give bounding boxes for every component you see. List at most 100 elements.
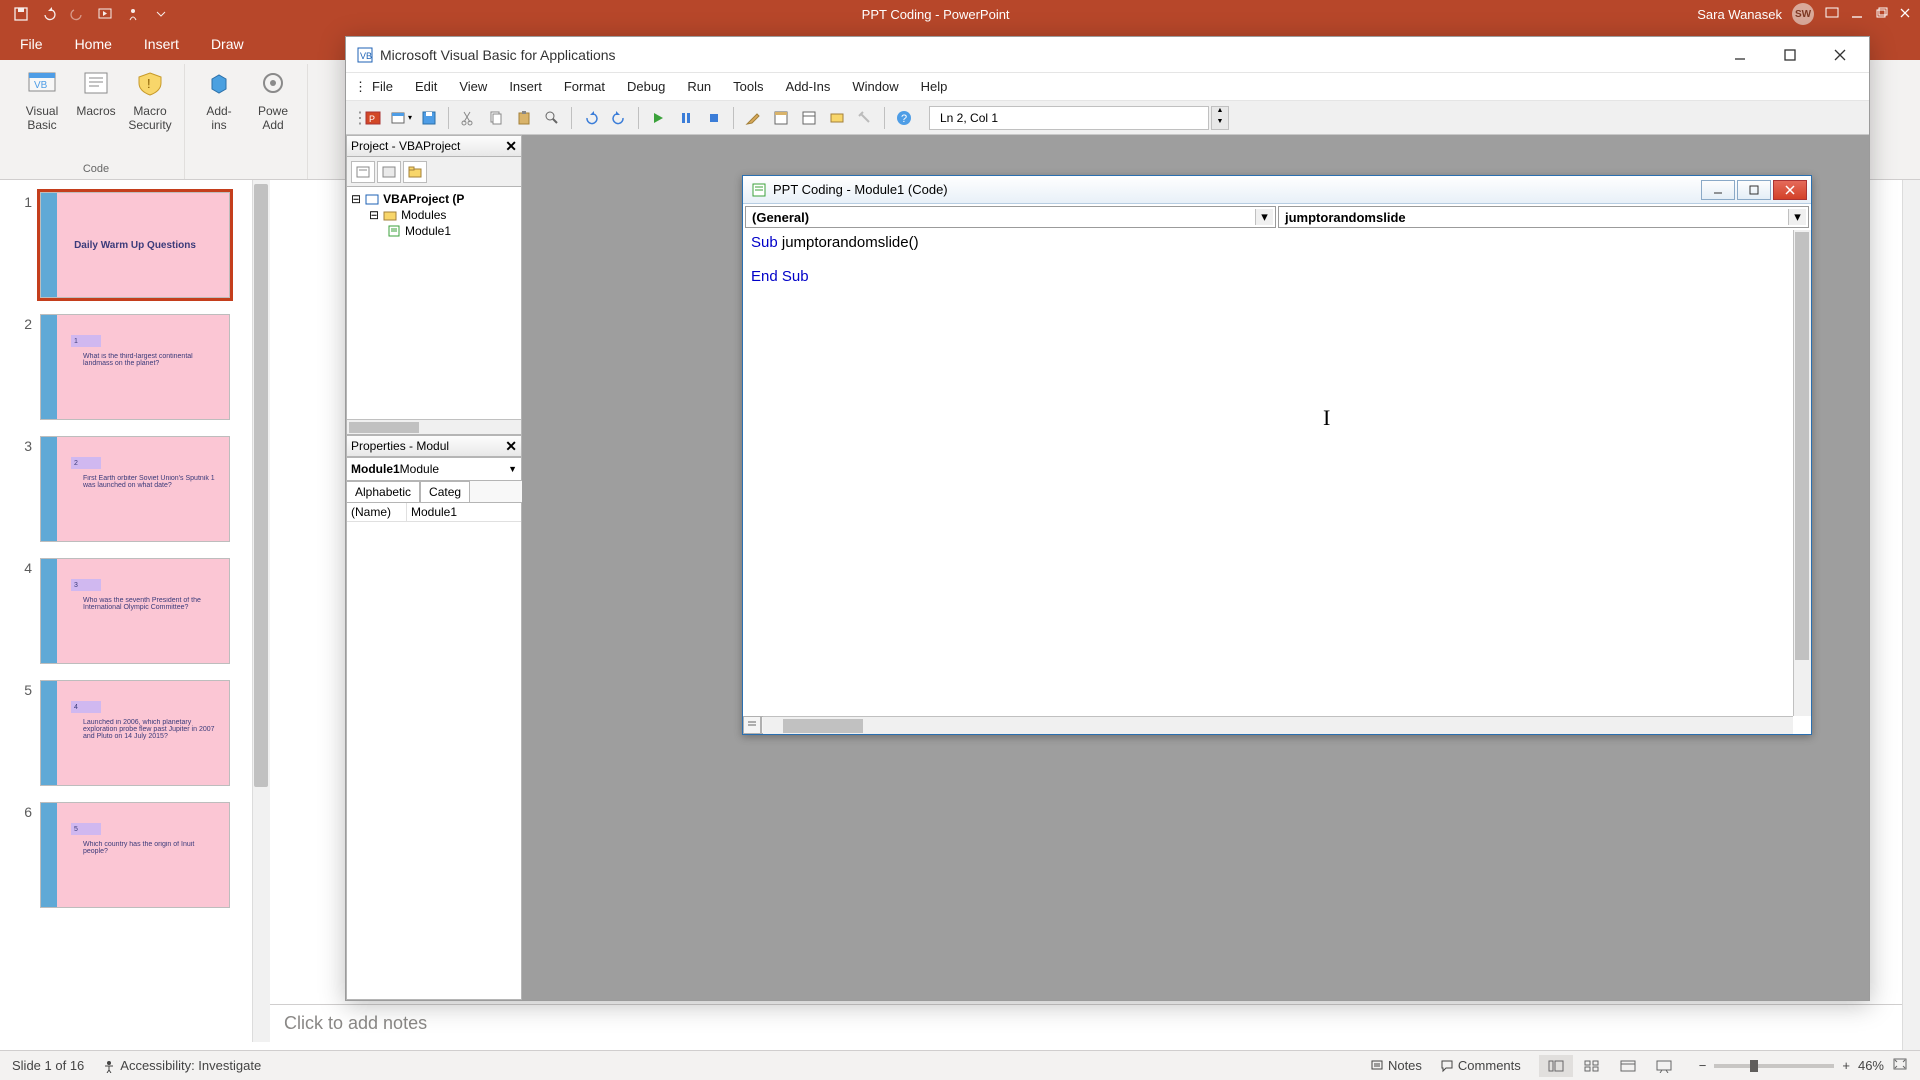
- qat-customize-icon[interactable]: [150, 3, 172, 25]
- normal-view-icon[interactable]: [1539, 1055, 1573, 1077]
- touch-mode-icon[interactable]: [122, 3, 144, 25]
- copy-icon[interactable]: [483, 105, 509, 131]
- restore-icon[interactable]: [1874, 6, 1888, 23]
- notes-toggle[interactable]: Notes: [1370, 1058, 1422, 1073]
- menu-format[interactable]: Format: [554, 75, 615, 98]
- slide-thumbnail[interactable]: 65Which country has the origin of Inuit …: [0, 798, 252, 920]
- accessibility-status[interactable]: Accessibility: Investigate: [102, 1058, 261, 1073]
- tab-file[interactable]: File: [4, 30, 59, 60]
- tab-home[interactable]: Home: [59, 30, 128, 60]
- code-minimize-icon[interactable]: [1701, 180, 1735, 200]
- save-icon[interactable]: [10, 3, 32, 25]
- project-view-code-icon[interactable]: [351, 161, 375, 183]
- slideshow-view-icon[interactable]: [1647, 1055, 1681, 1077]
- toolbox-icon[interactable]: [852, 105, 878, 131]
- redo-icon[interactable]: [606, 105, 632, 131]
- slide-thumbnail[interactable]: 43Who was the seventh President of the I…: [0, 554, 252, 676]
- slide-thumbnail[interactable]: 32First Earth orbiter Soviet Union's Spu…: [0, 432, 252, 554]
- undo-icon[interactable]: [578, 105, 604, 131]
- lncol-spinner[interactable]: ▲▼: [1211, 106, 1229, 130]
- insert-userform-icon[interactable]: ▾: [388, 105, 414, 131]
- slide-thumbnail[interactable]: 54Launched in 2006, which planetary expl…: [0, 676, 252, 798]
- minimize-icon[interactable]: [1850, 6, 1864, 23]
- view-powerpoint-icon[interactable]: P: [360, 105, 386, 131]
- project-explorer-icon[interactable]: [768, 105, 794, 131]
- reset-icon[interactable]: [701, 105, 727, 131]
- code-procedure-combo[interactable]: jumptorandomslide▾: [1278, 206, 1809, 228]
- visual-basic-button[interactable]: VB Visual Basic: [16, 64, 68, 161]
- reading-view-icon[interactable]: [1611, 1055, 1645, 1077]
- zoom-level[interactable]: 46%: [1858, 1058, 1884, 1073]
- menu-view[interactable]: View: [449, 75, 497, 98]
- code-maximize-icon[interactable]: [1737, 180, 1771, 200]
- break-icon[interactable]: [673, 105, 699, 131]
- object-browser-icon[interactable]: [824, 105, 850, 131]
- code-object-combo[interactable]: (General)▾: [745, 206, 1276, 228]
- zoom-in-icon[interactable]: +: [1842, 1058, 1850, 1073]
- vba-title-bar[interactable]: VB Microsoft Visual Basic for Applicatio…: [346, 37, 1869, 73]
- main-scrollbar[interactable]: [1902, 180, 1920, 1050]
- fit-to-window-icon[interactable]: [1892, 1057, 1908, 1074]
- run-icon[interactable]: [645, 105, 671, 131]
- project-view-object-icon[interactable]: [377, 161, 401, 183]
- properties-tab-categorized[interactable]: Categ: [420, 481, 470, 502]
- code-close-icon[interactable]: [1773, 180, 1807, 200]
- undo-icon[interactable]: [38, 3, 60, 25]
- user-name[interactable]: Sara Wanasek: [1697, 7, 1782, 22]
- paste-icon[interactable]: [511, 105, 537, 131]
- cut-icon[interactable]: [455, 105, 481, 131]
- save-icon[interactable]: [416, 105, 442, 131]
- find-icon[interactable]: [539, 105, 565, 131]
- slide-thumbnail[interactable]: 1Daily Warm Up Questions: [0, 188, 252, 310]
- slide-sorter-icon[interactable]: [1575, 1055, 1609, 1077]
- redo-icon[interactable]: [66, 3, 88, 25]
- properties-panel-close-icon[interactable]: ✕: [505, 438, 517, 455]
- menu-edit[interactable]: Edit: [405, 75, 447, 98]
- menu-window[interactable]: Window: [842, 75, 908, 98]
- code-window-title-bar[interactable]: PPT Coding - Module1 (Code): [743, 176, 1811, 204]
- zoom-slider[interactable]: [1714, 1064, 1834, 1068]
- project-panel-header[interactable]: Project - VBAProject ✕: [346, 135, 522, 157]
- comments-toggle[interactable]: Comments: [1440, 1058, 1521, 1073]
- code-hscroll[interactable]: [763, 716, 1793, 734]
- powerpoint-addins-button[interactable]: Powe Add: [247, 64, 299, 161]
- vba-maximize-icon[interactable]: [1765, 40, 1815, 70]
- properties-object-combo[interactable]: Module1 Module ▼: [346, 457, 522, 481]
- user-avatar[interactable]: SW: [1792, 3, 1814, 25]
- code-editor[interactable]: Sub jumptorandomslide() End Sub I: [743, 230, 1811, 734]
- menu-insert[interactable]: Insert: [499, 75, 552, 98]
- help-icon[interactable]: ?: [891, 105, 917, 131]
- menu-file[interactable]: File: [362, 75, 403, 98]
- slide-thumbnail[interactable]: 21What is the third-largest continental …: [0, 310, 252, 432]
- code-vscroll[interactable]: [1793, 230, 1811, 716]
- properties-window-icon[interactable]: [796, 105, 822, 131]
- project-tree-hscroll[interactable]: [347, 419, 521, 434]
- slide-counter[interactable]: Slide 1 of 16: [12, 1058, 84, 1073]
- vba-minimize-icon[interactable]: [1715, 40, 1765, 70]
- menu-tools[interactable]: Tools: [723, 75, 773, 98]
- procedure-view-icon[interactable]: [743, 716, 761, 734]
- menu-debug[interactable]: Debug: [617, 75, 675, 98]
- from-beginning-icon[interactable]: [94, 3, 116, 25]
- menu-help[interactable]: Help: [911, 75, 958, 98]
- ribbon-display-icon[interactable]: [1824, 5, 1840, 24]
- addins-button[interactable]: Add- ins: [193, 64, 245, 161]
- slide-panel-scrollbar[interactable]: [252, 180, 270, 1042]
- menu-addins[interactable]: Add-Ins: [776, 75, 841, 98]
- vba-close-icon[interactable]: [1815, 40, 1865, 70]
- notes-pane[interactable]: Click to add notes: [270, 1004, 1902, 1050]
- properties-grid[interactable]: (Name) Module1: [346, 502, 522, 1000]
- tab-insert[interactable]: Insert: [128, 30, 195, 60]
- project-tree[interactable]: ⊟VBAProject (P ⊟Modules Module1: [346, 187, 522, 435]
- close-icon[interactable]: [1898, 6, 1912, 23]
- macro-security-button[interactable]: ! Macro Security: [124, 64, 176, 161]
- design-mode-icon[interactable]: [740, 105, 766, 131]
- macros-button[interactable]: Macros: [70, 64, 122, 161]
- menu-run[interactable]: Run: [677, 75, 721, 98]
- zoom-out-icon[interactable]: −: [1699, 1058, 1707, 1073]
- properties-tab-alphabetic[interactable]: Alphabetic: [346, 481, 420, 502]
- properties-panel-header[interactable]: Properties - Modul ✕: [346, 435, 522, 457]
- tab-draw[interactable]: Draw: [195, 30, 260, 60]
- project-panel-close-icon[interactable]: ✕: [505, 138, 517, 155]
- project-toggle-folders-icon[interactable]: [403, 161, 427, 183]
